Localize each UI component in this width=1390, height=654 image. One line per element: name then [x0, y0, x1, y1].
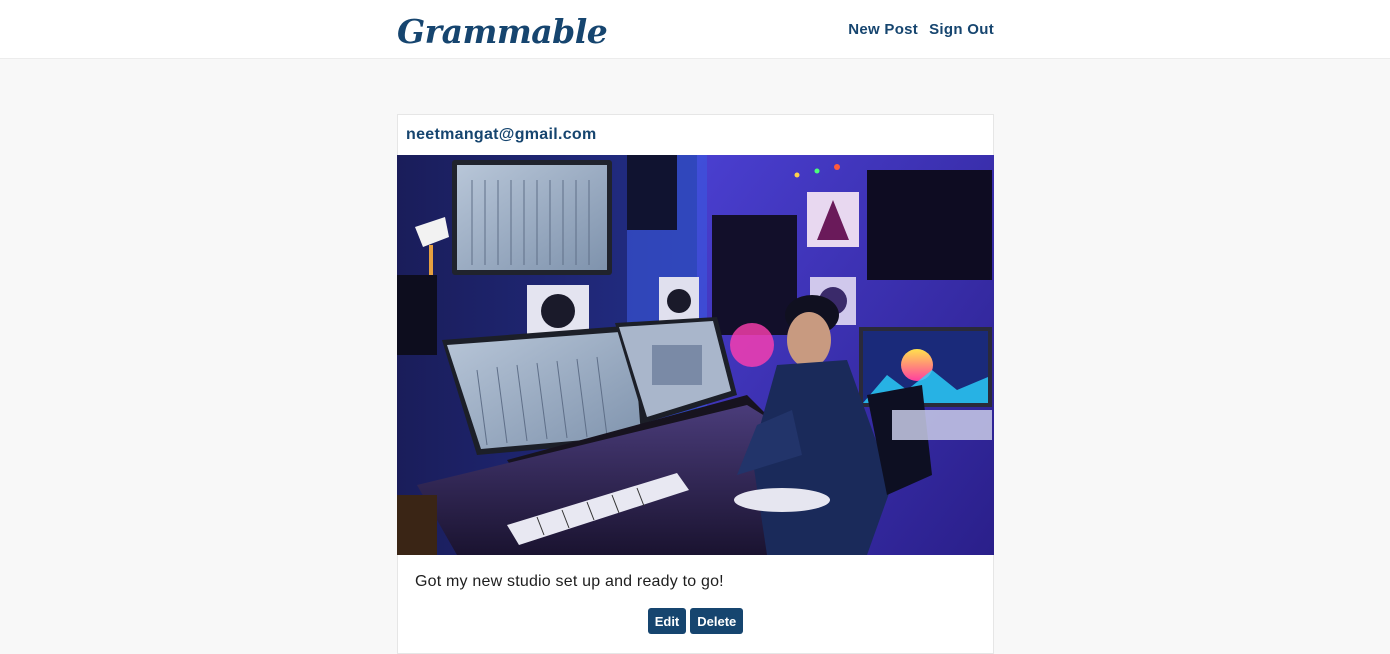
brand-logo[interactable]: Grammable — [397, 12, 608, 51]
studio-photo-illustration — [397, 155, 994, 555]
top-navbar: Grammable New Post Sign Out — [0, 0, 1390, 59]
post-caption: Got my new studio set up and ready to go… — [415, 573, 724, 590]
new-post-link[interactable]: New Post — [848, 21, 918, 38]
sign-out-link[interactable]: Sign Out — [929, 21, 994, 38]
post-photo — [397, 155, 994, 555]
nav-links: New Post Sign Out — [848, 21, 994, 38]
delete-button[interactable]: Delete — [690, 608, 744, 634]
post-actions: Edit Delete — [398, 608, 993, 634]
post-author: neetmangat@gmail.com — [406, 126, 597, 143]
post-card: neetmangat@gmail.com Got my new studio s… — [397, 114, 994, 654]
edit-button[interactable]: Edit — [647, 608, 687, 634]
